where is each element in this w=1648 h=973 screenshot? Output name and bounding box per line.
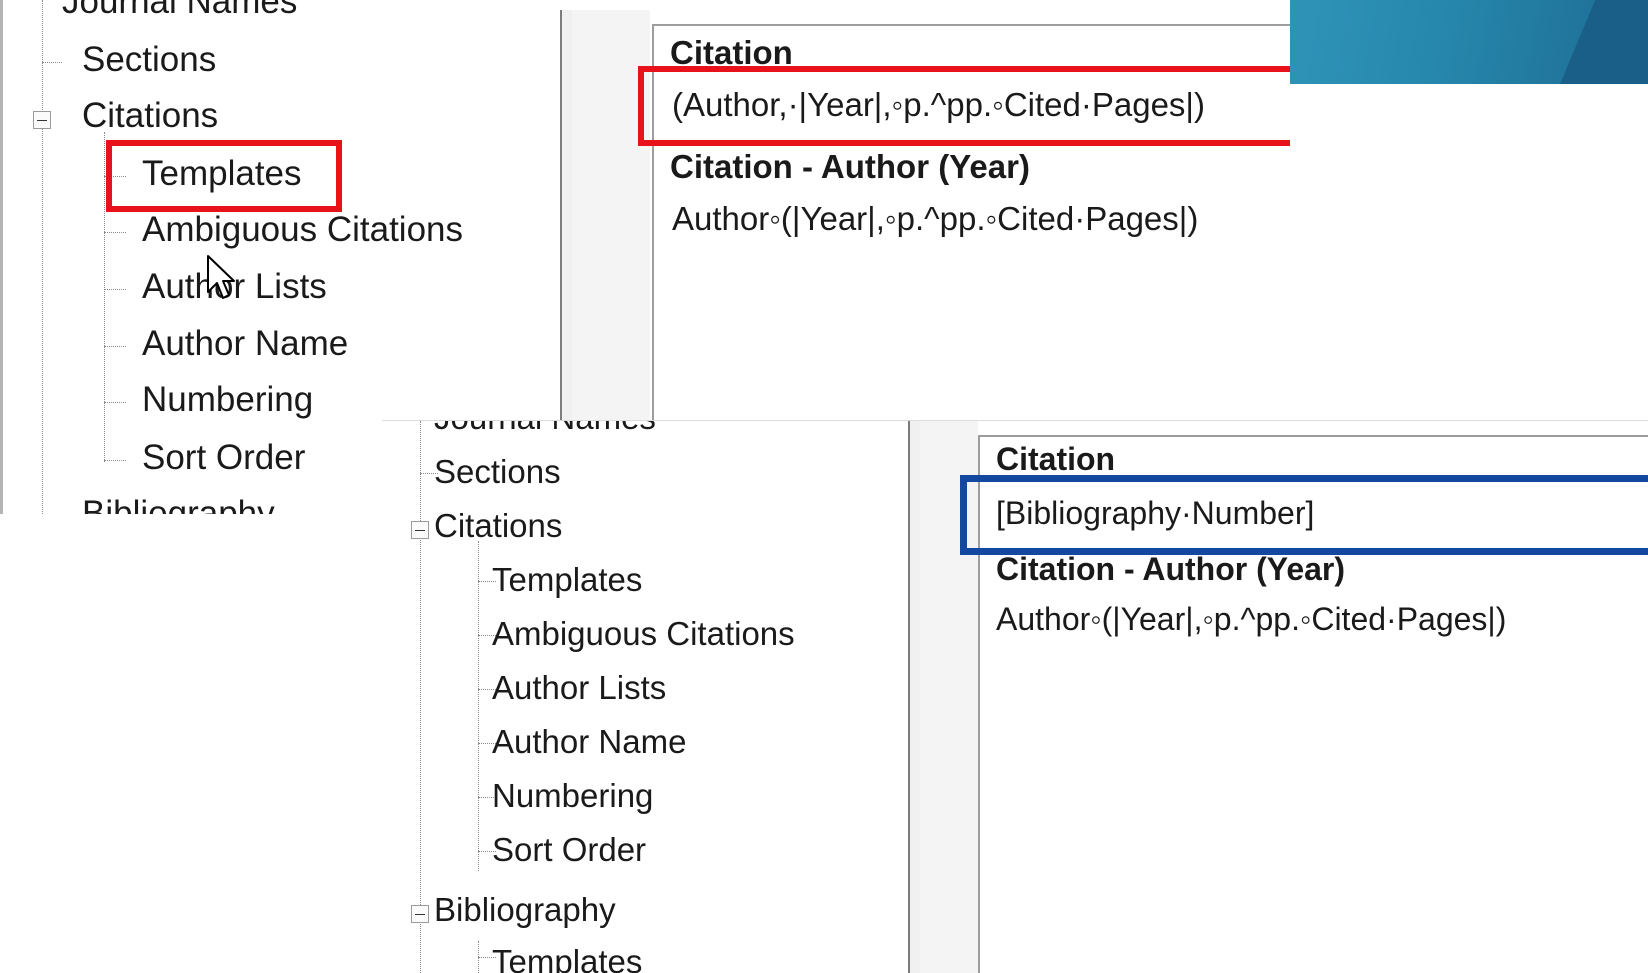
tree-item-citations[interactable]: Citations [82,96,218,136]
tree-connector [104,346,126,347]
tree-line [420,421,421,973]
tree-connector [104,289,126,290]
tree-connector [104,460,126,461]
collapse-icon[interactable] [33,111,51,129]
tree-item-journal-names[interactable]: Journal Names [434,421,656,437]
endnote-style-screenshot-bottom: Journal Names Sections Citations Templat… [382,420,1648,973]
citation-field-highlight [960,475,1648,555]
collapse-icon[interactable] [411,905,429,923]
field-value-citation-author-year[interactable]: Author◦(|Year|,◦p.^pp.◦Cited·Pages|) [672,200,1198,238]
tree-item-author-name[interactable]: Author Name [492,723,686,761]
tree-item-templates[interactable]: Templates [492,561,642,599]
tree-item-citations[interactable]: Citations [434,507,562,545]
tree-connector [104,402,126,403]
templates-highlight [106,140,342,212]
tree-item-ambiguous-citations[interactable]: Ambiguous Citations [142,210,463,250]
field-title-citation-author-year: Citation - Author (Year) [996,551,1346,587]
tree-line [42,0,43,514]
tree-item-author-name[interactable]: Author Name [142,324,348,364]
field-title-citation-author-year: Citation - Author (Year) [670,148,1030,185]
field-value-citation-author-year[interactable]: Author◦(|Year|,◦p.^pp.◦Cited·Pages|) [996,601,1506,638]
tree-frame-edge [0,0,3,514]
mouse-pointer-icon [207,255,235,299]
tree-line [478,541,479,871]
tree-item-bibliography[interactable]: Bibliography [434,891,616,929]
tree-line [104,132,105,462]
field-title-citation: Citation [996,441,1116,477]
tree-item-bibliography-templates[interactable]: Templates [492,943,642,973]
tree-connector [104,232,126,233]
tree-item-bibliography[interactable]: Bibliography [82,494,275,514]
tree-item-numbering[interactable]: Numbering [142,380,313,420]
tree-item-sort-order[interactable]: Sort Order [492,831,646,869]
tree-item-journal-names[interactable]: Journal Names [62,0,297,22]
tree-connector [42,62,62,63]
citation-field-highlight [638,66,1290,146]
tree-item-author-lists[interactable]: Author Lists [492,669,666,707]
tree-item-numbering[interactable]: Numbering [492,777,653,815]
collapse-icon[interactable] [411,521,429,539]
tree-item-ambiguous-citations[interactable]: Ambiguous Citations [492,615,795,653]
tree-item-sort-order[interactable]: Sort Order [142,438,305,478]
tree-item-sections[interactable]: Sections [434,453,561,491]
tree-item-sections[interactable]: Sections [82,40,216,80]
